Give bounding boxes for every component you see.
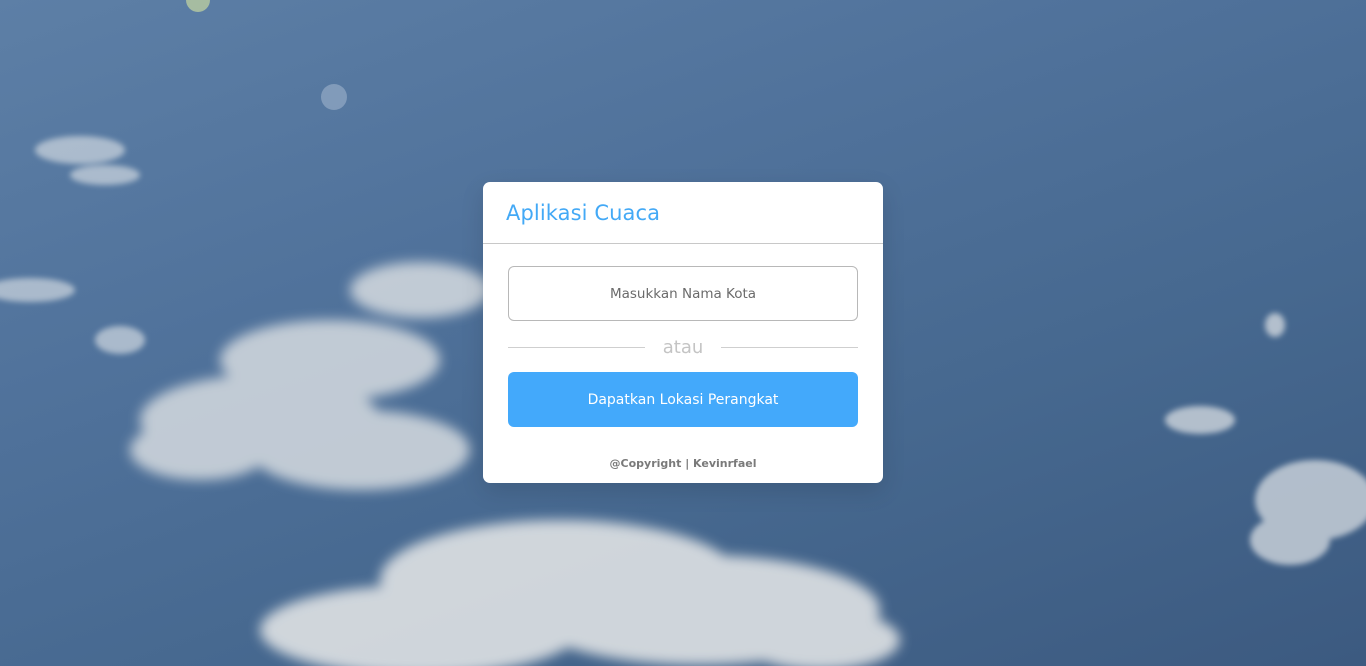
card-header: Aplikasi Cuaca (483, 182, 883, 244)
get-device-location-button[interactable]: Dapatkan Lokasi Perangkat (508, 372, 858, 427)
lens-flare-top (186, 0, 210, 12)
clouds-center-left (130, 262, 490, 490)
clouds-right (1165, 313, 1366, 565)
divider-line-left (508, 346, 645, 348)
clouds-bottom (260, 520, 900, 666)
lens-flare (321, 84, 347, 110)
clouds-top-left (0, 136, 145, 354)
or-divider: atau (508, 335, 858, 359)
copyright-text: @Copyright | Kevinrfael (609, 457, 757, 470)
city-search-input[interactable] (508, 266, 858, 321)
divider-line-right (721, 346, 858, 348)
weather-card: Aplikasi Cuaca atau Dapatkan Lokasi Pera… (483, 182, 883, 483)
divider-label: atau (662, 336, 704, 358)
app-title: Aplikasi Cuaca (506, 200, 661, 225)
